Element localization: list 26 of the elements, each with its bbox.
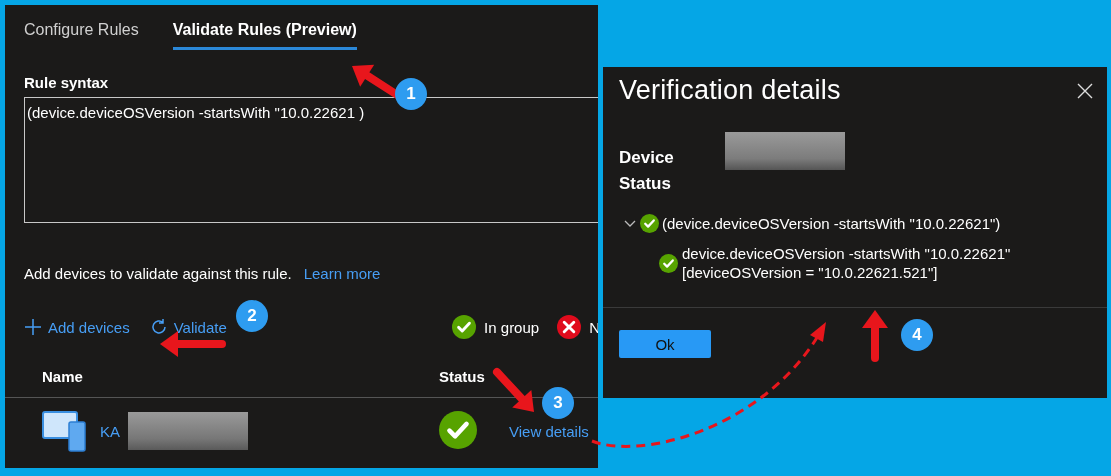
rule-text: (device.deviceOSVersion -startsWith "10.0.22621") [662, 215, 1001, 232]
tab[interactable]: Configure Rules [24, 21, 139, 50]
refresh-icon [149, 318, 168, 336]
arrow [493, 368, 534, 412]
device-name-link[interactable]: KA [100, 422, 120, 440]
column-header: Status [439, 368, 485, 385]
column-header: Name [42, 368, 84, 385]
learn-more-link[interactable]: Learn more [303, 265, 381, 282]
legend-label: N [589, 318, 598, 336]
tab[interactable]: Validate Rules (Preview) [172, 21, 357, 50]
devices-icon [42, 410, 86, 452]
ok-button[interactable]: Ok [619, 330, 711, 358]
rule-result-text: [deviceOSVersion = "10.0.22621.521"] [682, 264, 939, 281]
plus-icon [24, 318, 42, 336]
field-label: Rule syntax [24, 74, 110, 91]
rule-text: device.deviceOSVersion -startsWith "10.0.22621" [682, 245, 1011, 262]
validate-button[interactable]: Validate [149, 318, 227, 336]
dialog-title: Verification details [619, 75, 841, 106]
legend-label: In group [484, 318, 540, 336]
view-details-link[interactable]: View details [509, 422, 589, 440]
arrow [862, 310, 888, 362]
add-devices-button[interactable]: Add devices [24, 318, 130, 336]
arrow [160, 331, 226, 357]
field-label: Device [619, 148, 675, 168]
field-label: Status [619, 174, 672, 194]
intro-text: Add devices to validate against this rule. [24, 265, 292, 282]
